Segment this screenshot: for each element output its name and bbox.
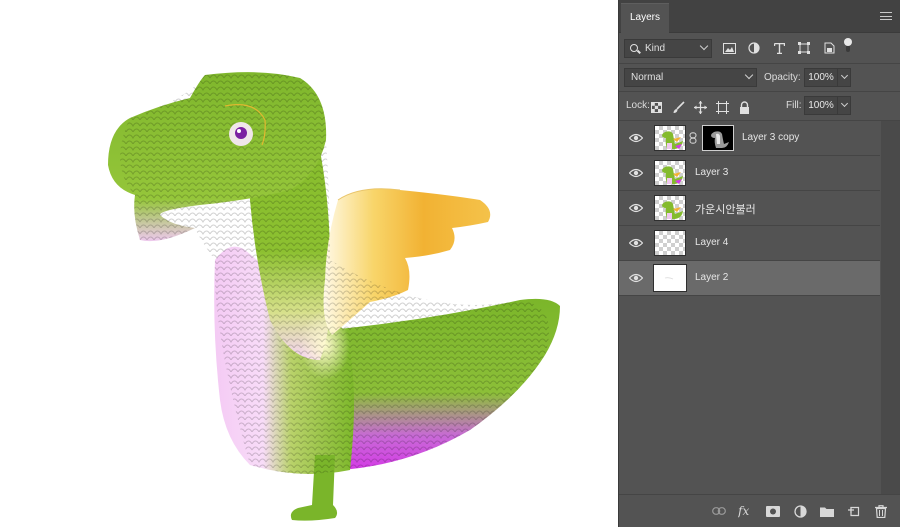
layer-thumbnail <box>654 160 686 186</box>
svg-text:fx: fx <box>738 504 749 518</box>
panel-menu-icon[interactable] <box>880 12 892 20</box>
tab-layers[interactable]: Layers <box>621 3 669 33</box>
visibility-eye-icon[interactable] <box>629 238 643 248</box>
layer-row-layer-3[interactable]: Layer 3 <box>619 156 880 191</box>
add-mask-icon[interactable] <box>765 503 781 519</box>
opacity-label: Opacity: <box>764 72 801 83</box>
layer-name: 가운시안불러 <box>695 204 756 216</box>
filter-kind-label: Kind <box>645 43 666 54</box>
layer-name: Layer 3 <box>695 167 729 178</box>
opacity-dropdown-button[interactable] <box>837 68 851 87</box>
chevron-down-icon <box>744 70 754 80</box>
shape-layer-filter-icon[interactable] <box>796 40 812 56</box>
layers-panel: Layers Kind Normal Opacity: 100% Lock: F… <box>618 0 900 527</box>
opacity-input[interactable]: 100% <box>804 68 838 87</box>
pixel-layer-filter-icon[interactable] <box>721 40 737 56</box>
lock-row: Lock: Fill: 100% <box>619 92 900 121</box>
blend-row: Normal Opacity: 100% <box>619 64 900 92</box>
blend-mode-select[interactable]: Normal <box>624 68 757 87</box>
type-layer-filter-icon[interactable] <box>771 40 787 56</box>
layer-name: Layer 4 <box>695 237 729 248</box>
lock-position-icon[interactable] <box>693 100 707 114</box>
document-canvas[interactable] <box>0 0 618 527</box>
visibility-eye-icon[interactable] <box>629 168 643 178</box>
search-icon <box>630 44 638 52</box>
lock-all-icon[interactable] <box>737 100 751 114</box>
layer-thumbnail <box>654 230 686 256</box>
blend-mode-value: Normal <box>631 72 664 83</box>
layer-style-fx-icon[interactable]: fx <box>738 503 754 519</box>
chevron-down-icon <box>699 41 709 51</box>
lock-transparent-pixels-icon[interactable] <box>649 100 663 114</box>
adjustment-layer-filter-icon[interactable] <box>746 40 762 56</box>
layer-name: Layer 2 <box>695 272 729 283</box>
visibility-eye-icon[interactable] <box>629 203 643 213</box>
fill-dropdown-button[interactable] <box>837 96 851 115</box>
new-group-folder-icon[interactable] <box>819 503 835 519</box>
lock-image-pixels-icon[interactable] <box>671 100 685 114</box>
layer-thumbnail <box>653 264 687 292</box>
visibility-eye-icon[interactable] <box>629 133 643 143</box>
layers-list: Layer 3 copy Layer 3 가운시안불러 Layer 4 Laye… <box>619 121 880 296</box>
new-layer-icon[interactable] <box>846 503 862 519</box>
layer-row-korean-name[interactable]: 가운시안불러 <box>619 191 880 226</box>
mask-link-chain-icon[interactable] <box>689 132 697 144</box>
layer-mask-thumbnail[interactable] <box>702 125 734 151</box>
layer-row-layer-3-copy[interactable]: Layer 3 copy <box>619 121 880 156</box>
panel-footer: fx <box>619 494 900 527</box>
layer-thumbnail <box>654 125 686 151</box>
layer-name: Layer 3 copy <box>742 132 800 143</box>
delete-layer-trash-icon[interactable] <box>873 503 889 519</box>
layer-thumbnail <box>654 195 686 221</box>
new-adjustment-layer-icon[interactable] <box>792 503 808 519</box>
layers-scrollbar[interactable] <box>881 121 900 494</box>
lock-artboard-icon[interactable] <box>715 100 729 114</box>
filter-toggle[interactable] <box>844 38 852 52</box>
link-layers-icon[interactable] <box>711 503 727 519</box>
fill-label: Fill: <box>786 100 802 111</box>
layer-row-layer-4[interactable]: Layer 4 <box>619 226 880 261</box>
fill-input[interactable]: 100% <box>804 96 838 115</box>
panel-tab-bar: Layers <box>619 0 900 33</box>
chevron-down-icon <box>840 71 849 80</box>
lock-label: Lock: <box>626 100 650 111</box>
dragon-artwork <box>108 72 560 521</box>
visibility-eye-icon[interactable] <box>629 273 643 283</box>
chevron-down-icon <box>840 99 849 108</box>
photoshop-window: Layers Kind Normal Opacity: 100% Lock: F… <box>0 0 900 527</box>
filter-row: Kind <box>619 33 900 64</box>
layer-row-layer-2[interactable]: Layer 2 <box>619 261 880 296</box>
smart-object-filter-icon[interactable] <box>821 40 837 56</box>
filter-kind-select[interactable]: Kind <box>624 39 712 58</box>
